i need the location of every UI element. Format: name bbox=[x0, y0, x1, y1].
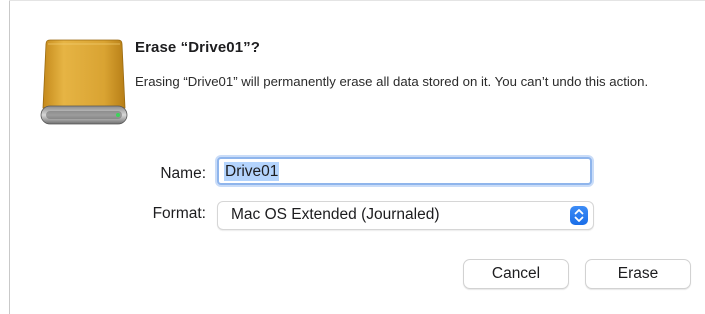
up-down-chevron-icon bbox=[570, 206, 588, 225]
name-input-value: Drive01 bbox=[224, 162, 280, 181]
format-select-value: Mac OS Extended (Journaled) bbox=[231, 206, 440, 223]
erase-button[interactable]: Erase bbox=[585, 259, 691, 289]
external-drive-icon bbox=[38, 38, 130, 128]
dialog-title: Erase “Drive01”? bbox=[135, 39, 261, 56]
format-label: Format: bbox=[152, 205, 206, 222]
cancel-button[interactable]: Cancel bbox=[463, 259, 569, 289]
name-input[interactable]: Drive01 bbox=[217, 157, 592, 185]
name-label: Name: bbox=[160, 165, 206, 182]
dialog-message: Erasing “Drive01” will permanently erase… bbox=[135, 74, 649, 89]
format-select[interactable]: Mac OS Extended (Journaled) bbox=[217, 201, 594, 230]
